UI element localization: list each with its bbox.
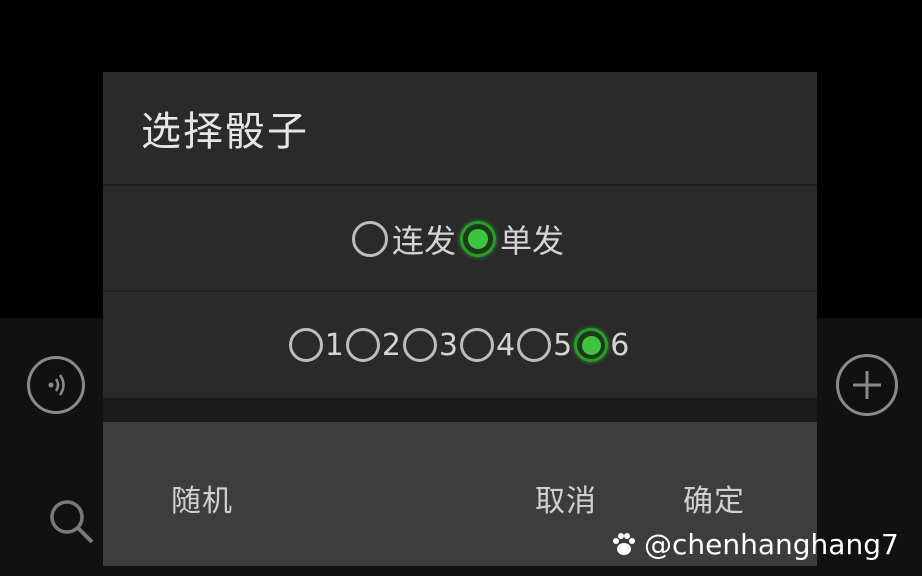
radio-unchecked-icon bbox=[345, 328, 380, 362]
dice-select-dialog: 选择骰子 连发 单发 1 2 3 4 5 6 随机 取消 确定 bbox=[103, 72, 817, 566]
radio-option-single[interactable]: 单发 bbox=[460, 216, 568, 262]
radio-unchecked-icon bbox=[402, 328, 437, 362]
radio-option-2[interactable]: 2 bbox=[345, 327, 403, 363]
voice-icon bbox=[48, 374, 65, 396]
dialog-title: 选择骰子 bbox=[103, 72, 817, 186]
radio-label: 连发 bbox=[391, 222, 456, 260]
radio-option-5[interactable]: 5 bbox=[517, 328, 574, 363]
watermark-text: @chenhanghang7 bbox=[644, 527, 899, 561]
radio-label: 3 bbox=[438, 327, 458, 363]
radio-option-1[interactable]: 1 bbox=[288, 327, 346, 363]
fire-mode-radio-group: 连发 单发 bbox=[103, 188, 817, 292]
search-icon[interactable] bbox=[46, 496, 96, 546]
radio-label: 4 bbox=[496, 327, 516, 363]
radio-unchecked-icon bbox=[460, 328, 494, 362]
dialog-divider bbox=[103, 398, 817, 422]
radio-label: 单发 bbox=[500, 222, 565, 260]
confirm-button[interactable]: 确定 bbox=[683, 476, 745, 520]
dice-count-radio-group: 1 2 3 4 5 6 bbox=[103, 292, 817, 398]
radio-label: 2 bbox=[381, 327, 401, 363]
radio-unchecked-icon bbox=[351, 221, 388, 257]
voice-button[interactable] bbox=[27, 356, 85, 414]
paw-icon bbox=[613, 533, 635, 555]
random-button[interactable]: 随机 bbox=[171, 476, 233, 520]
radio-unchecked-icon bbox=[517, 328, 552, 362]
radio-unchecked-icon bbox=[288, 328, 323, 362]
radio-label: 6 bbox=[610, 327, 630, 363]
radio-option-3[interactable]: 3 bbox=[402, 327, 460, 363]
radio-label: 1 bbox=[324, 327, 344, 363]
watermark: @chenhanghang7 bbox=[610, 522, 899, 566]
radio-option-burst[interactable]: 连发 bbox=[351, 216, 460, 262]
radio-checked-icon bbox=[574, 328, 609, 362]
radio-option-6[interactable]: 6 bbox=[574, 328, 631, 363]
plus-icon bbox=[853, 371, 881, 399]
radio-checked-icon bbox=[460, 221, 496, 257]
radio-option-4[interactable]: 4 bbox=[460, 328, 517, 363]
radio-label: 5 bbox=[553, 327, 573, 363]
cancel-button[interactable]: 取消 bbox=[535, 476, 597, 520]
add-button[interactable] bbox=[836, 354, 898, 416]
